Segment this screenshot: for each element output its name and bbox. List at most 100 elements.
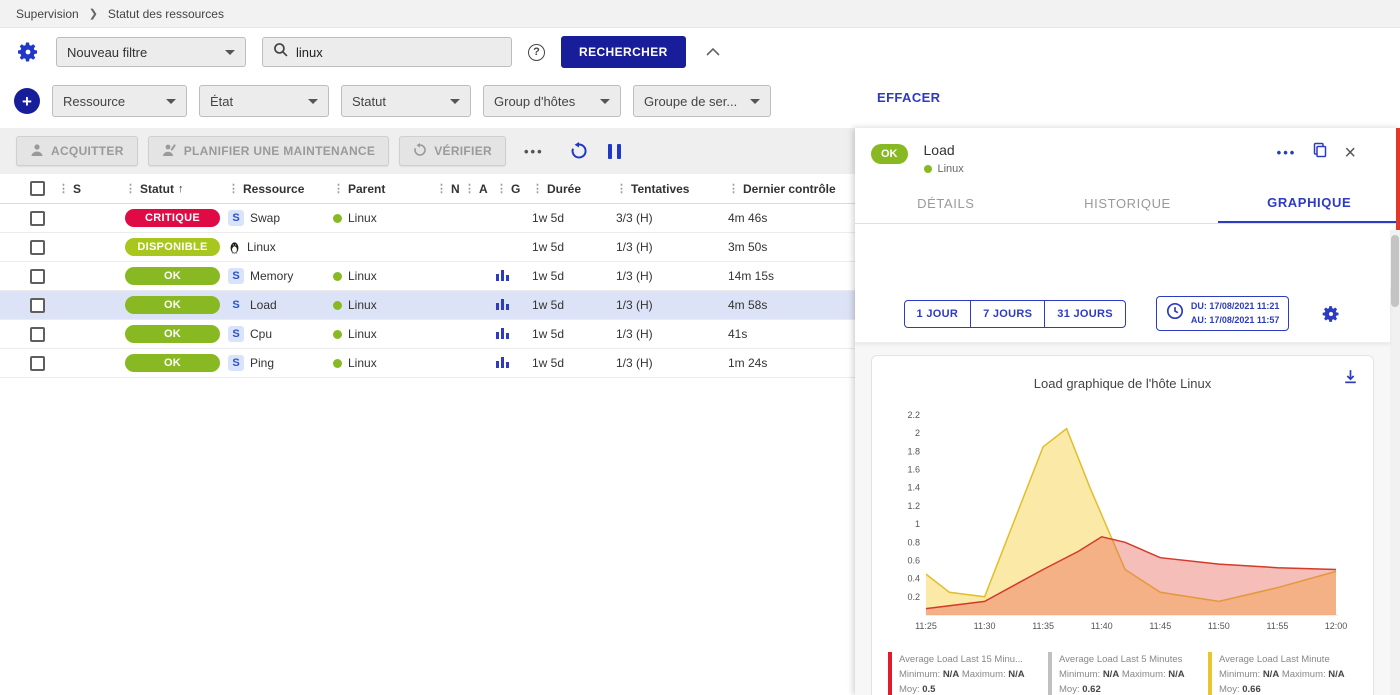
filter-state-select[interactable]: État bbox=[199, 85, 329, 117]
row-checkbox[interactable] bbox=[30, 269, 45, 284]
tab-details[interactable]: DÉTAILS bbox=[855, 183, 1037, 223]
resource-name: Swap bbox=[250, 211, 280, 225]
table-row[interactable]: OKSPingLinux1w 5d1/3 (H)1m 24s bbox=[0, 349, 855, 378]
table-row[interactable]: CRITIQUESSwapLinux1w 5d3/3 (H)4m 46s bbox=[0, 204, 855, 233]
parent-name: Linux bbox=[348, 327, 377, 341]
table-row[interactable]: OKSCpuLinux1w 5d1/3 (H)41s bbox=[0, 320, 855, 349]
filter-hostgroup-select[interactable]: Group d'hôtes bbox=[483, 85, 621, 117]
svg-text:11:25: 11:25 bbox=[915, 621, 937, 631]
legend-item[interactable]: Average Load Last MinuteMinimum: N/A Max… bbox=[1208, 652, 1356, 695]
help-icon[interactable]: ? bbox=[528, 44, 545, 61]
status-badge: CRITIQUE bbox=[125, 209, 220, 227]
table-row[interactable]: OKSMemoryLinux1w 5d1/3 (H)14m 15s bbox=[0, 262, 855, 291]
search-button[interactable]: RECHERCHER bbox=[561, 36, 686, 68]
column-header-action[interactable]: A bbox=[464, 182, 496, 196]
row-checkbox[interactable] bbox=[30, 298, 45, 313]
criteria-filters: + Ressource État Statut Group d'hôtes Gr… bbox=[0, 76, 860, 126]
column-header-severity[interactable]: S bbox=[58, 182, 118, 196]
clock-icon bbox=[1166, 302, 1184, 325]
clear-filters-button[interactable]: EFFACER bbox=[877, 90, 940, 105]
row-checkbox[interactable] bbox=[30, 327, 45, 342]
filter-hostgroup-label: Group d'hôtes bbox=[494, 94, 575, 109]
custom-period-button[interactable]: DU: 17/08/2021 11:21 AU: 17/08/2021 11:5… bbox=[1156, 296, 1290, 331]
scrollbar-thumb[interactable] bbox=[1391, 235, 1399, 307]
legend-item[interactable]: Average Load Last 15 Minu...Minimum: N/A… bbox=[888, 652, 1036, 695]
saved-filter-select[interactable]: Nouveau filtre bbox=[56, 37, 246, 67]
column-header-duration[interactable]: Durée bbox=[532, 182, 616, 196]
table-row[interactable]: OKSLoadLinux1w 5d1/3 (H)4m 58s bbox=[0, 291, 855, 320]
resource-name: Load bbox=[250, 298, 277, 312]
chevron-down-icon bbox=[166, 99, 176, 104]
filter-servicegroup-select[interactable]: Groupe de ser... bbox=[633, 85, 771, 117]
graph-icon[interactable] bbox=[496, 355, 509, 371]
tries-cell: 1/3 (H) bbox=[616, 269, 728, 283]
more-actions-button[interactable]: ••• bbox=[516, 144, 552, 159]
maintenance-button[interactable]: PLANIFIER UNE MAINTENANCE bbox=[148, 136, 390, 166]
row-checkbox[interactable] bbox=[30, 240, 45, 255]
tab-history[interactable]: HISTORIQUE bbox=[1037, 183, 1219, 223]
search-box[interactable] bbox=[262, 37, 512, 67]
last-check-cell: 4m 46s bbox=[728, 211, 855, 225]
service-icon: S bbox=[228, 326, 244, 342]
column-header-resource[interactable]: Ressource bbox=[228, 182, 333, 196]
duration-cell: 1w 5d bbox=[532, 211, 616, 225]
filter-resource-select[interactable]: Ressource bbox=[52, 85, 187, 117]
select-all-checkbox[interactable] bbox=[30, 181, 45, 196]
add-criteria-icon[interactable]: + bbox=[14, 88, 40, 114]
settings-gear-icon[interactable] bbox=[16, 40, 40, 64]
export-download-icon[interactable] bbox=[1342, 368, 1359, 390]
svg-text:2: 2 bbox=[915, 428, 920, 438]
resources-list: ACQUITTER PLANIFIER UNE MAINTENANCE VÉRI… bbox=[0, 128, 855, 695]
range-1-day-button[interactable]: 1 JOUR bbox=[905, 301, 971, 327]
legend-average: Moy: 0.66 bbox=[1219, 682, 1356, 695]
panel-accent-stripe bbox=[1396, 128, 1400, 230]
chart-legend: Average Load Last 15 Minu...Minimum: N/A… bbox=[876, 644, 1369, 695]
legend-series-name: Average Load Last 15 Minu... bbox=[899, 652, 1036, 667]
column-header-status[interactable]: Statut↑ bbox=[118, 182, 228, 196]
duration-cell: 1w 5d bbox=[532, 298, 616, 312]
refresh-icon[interactable] bbox=[570, 142, 588, 160]
column-label: Tentatives bbox=[631, 182, 689, 196]
column-header-tries[interactable]: Tentatives bbox=[616, 182, 728, 196]
panel-title: Load bbox=[924, 142, 964, 158]
pause-icon[interactable] bbox=[606, 144, 624, 159]
last-check-cell: 3m 50s bbox=[728, 240, 855, 254]
column-header-last-check[interactable]: Dernier contrôle bbox=[728, 182, 855, 196]
column-header-parent[interactable]: Parent bbox=[333, 182, 436, 196]
graph-settings-gear-icon[interactable] bbox=[1321, 304, 1341, 324]
graph-icon[interactable] bbox=[496, 268, 509, 284]
close-icon[interactable]: × bbox=[1344, 143, 1356, 163]
table-row[interactable]: DISPONIBLELinux1w 5d1/3 (H)3m 50s bbox=[0, 233, 855, 262]
tries-cell: 1/3 (H) bbox=[616, 327, 728, 341]
load-chart[interactable]: 0.20.40.60.811.21.41.61.822.211:2511:301… bbox=[876, 397, 1366, 639]
host-up-dot-icon bbox=[333, 301, 342, 310]
legend-item[interactable]: Average Load Last 5 MinutesMinimum: N/A … bbox=[1048, 652, 1196, 695]
panel-scrollbar[interactable] bbox=[1390, 230, 1400, 695]
graph-icon[interactable] bbox=[496, 297, 509, 313]
column-header-graph[interactable]: G bbox=[496, 182, 532, 196]
panel-more-icon[interactable]: ••• bbox=[1277, 145, 1297, 160]
range-31-days-button[interactable]: 31 JOURS bbox=[1044, 301, 1125, 327]
row-checkbox[interactable] bbox=[30, 356, 45, 371]
svg-text:0.8: 0.8 bbox=[907, 537, 920, 547]
check-button[interactable]: VÉRIFIER bbox=[399, 136, 506, 166]
range-7-days-button[interactable]: 7 JOURS bbox=[970, 301, 1044, 327]
breadcrumb-page[interactable]: Statut des ressources bbox=[108, 7, 224, 21]
filter-status-select[interactable]: Statut bbox=[341, 85, 471, 117]
breadcrumb-separator-icon: ❯ bbox=[89, 7, 98, 20]
graph-icon[interactable] bbox=[496, 326, 509, 342]
last-check-cell: 41s bbox=[728, 327, 855, 341]
row-checkbox[interactable] bbox=[30, 211, 45, 226]
column-label: S bbox=[73, 182, 81, 196]
column-header-notes[interactable]: N bbox=[436, 182, 464, 196]
sort-asc-icon: ↑ bbox=[178, 183, 184, 195]
search-input[interactable] bbox=[296, 45, 501, 60]
legend-series-name: Average Load Last 5 Minutes bbox=[1059, 652, 1196, 667]
copy-link-icon[interactable] bbox=[1312, 142, 1328, 163]
parent-name: Linux bbox=[348, 356, 377, 370]
tab-graph[interactable]: GRAPHIQUE bbox=[1218, 183, 1400, 223]
acknowledge-button[interactable]: ACQUITTER bbox=[16, 136, 138, 166]
breadcrumb-section[interactable]: Supervision bbox=[16, 7, 79, 21]
chevron-up-icon[interactable] bbox=[706, 48, 720, 56]
tries-cell: 3/3 (H) bbox=[616, 211, 728, 225]
